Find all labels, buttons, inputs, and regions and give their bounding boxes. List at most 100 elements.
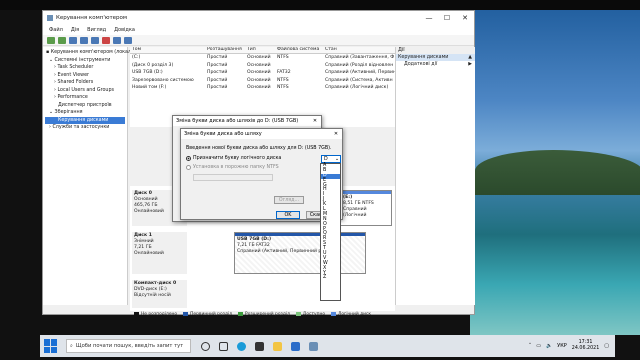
table-row[interactable]: (Диск 0 розділ 3) Простий Основний Справний… bbox=[130, 62, 395, 70]
volume-icon[interactable]: 🔈 bbox=[546, 343, 552, 349]
tree-item[interactable]: ⌄ Зберігання bbox=[45, 109, 125, 117]
delete-icon[interactable] bbox=[102, 36, 110, 44]
tree-item[interactable]: Диспетчер пристроїв bbox=[45, 102, 125, 110]
mount-path-field[interactable] bbox=[193, 174, 273, 181]
more-actions[interactable]: Додаткові дії ▶ bbox=[396, 61, 475, 68]
title-bar: Керування комп'ютером — ☐ ✕ bbox=[43, 11, 474, 25]
radio-checked-icon bbox=[186, 156, 191, 161]
legend-swatch bbox=[183, 312, 189, 316]
actions-header: Дії bbox=[396, 47, 475, 54]
console-tree: ▪ Керування комп'ютером (локальний) ⌄ Си… bbox=[43, 47, 145, 305]
cortana-icon[interactable] bbox=[201, 341, 210, 351]
table-row[interactable]: (C:) Простий Основний NTFS Справний (Заванта… bbox=[130, 54, 395, 62]
notifications-icon[interactable]: ▢ bbox=[604, 343, 609, 349]
partition-usb-d[interactable]: USB 7GB (D:) 7,21 ГБ FAT32 Справний (Акт… bbox=[234, 232, 366, 274]
system-tray: ˄ ▭ 🔈 УКР 17:31 24.06.2021 ▢ bbox=[529, 340, 615, 352]
column-header[interactable]: Стан bbox=[323, 47, 395, 53]
refresh-icon[interactable] bbox=[124, 36, 132, 44]
close-button[interactable]: ✕ bbox=[456, 14, 474, 22]
windows-start-icon[interactable] bbox=[44, 339, 58, 353]
tree-item[interactable]: › Local Users and Groups bbox=[45, 87, 125, 95]
legend-swatch bbox=[238, 312, 244, 316]
computer-management-icon[interactable] bbox=[309, 341, 318, 351]
edge-icon[interactable] bbox=[237, 341, 246, 351]
store-icon[interactable] bbox=[255, 341, 264, 351]
task-view-icon[interactable] bbox=[219, 341, 228, 351]
tree-item[interactable]: ▪ Керування комп'ютером (локальний) bbox=[45, 49, 145, 57]
column-header[interactable]: Файлова система bbox=[275, 47, 323, 53]
clock[interactable]: 17:31 24.06.2021 bbox=[572, 340, 599, 352]
chevron-up-icon[interactable]: ˄ bbox=[529, 343, 532, 349]
radio-mount-folder[interactable]: Установка в порожню папку NTFS bbox=[186, 165, 279, 170]
browse-button[interactable]: Огляд... bbox=[274, 196, 304, 204]
tree-item[interactable]: › Task Scheduler bbox=[45, 64, 125, 72]
legend-item: Логічний диск bbox=[331, 312, 371, 317]
pinned-apps bbox=[201, 341, 318, 351]
partition-e[interactable]: (E:) 8,51 ГБ NTFS Справний (Логічний bbox=[340, 190, 392, 226]
volume-list-header: Том Розташування Тип Файлова система Ста… bbox=[130, 47, 395, 54]
chevron-down-icon: ⌄ bbox=[334, 156, 339, 162]
column-header[interactable]: Том bbox=[130, 47, 205, 53]
disk-1-label[interactable]: Диск 1 Знімний 7,21 ГБ Онлайновий bbox=[132, 232, 187, 274]
close-icon[interactable]: ✕ bbox=[309, 116, 321, 126]
window-title: Керування комп'ютером bbox=[56, 15, 128, 21]
legend-swatch bbox=[331, 312, 337, 316]
back-icon[interactable] bbox=[47, 36, 55, 44]
legend-swatch bbox=[295, 312, 301, 316]
table-row[interactable]: Зарезервовано системою Простий Основний NTF… bbox=[130, 77, 395, 85]
dialog-close-button[interactable]: ✕ bbox=[330, 129, 342, 139]
legend-swatch bbox=[134, 312, 139, 316]
column-header[interactable]: Розташування bbox=[205, 47, 245, 53]
toolbar bbox=[43, 35, 474, 46]
radio-unchecked-icon bbox=[186, 165, 191, 170]
taskbar-search-box[interactable]: ⌕ Щоби почати пошук, введіть запит тут bbox=[66, 339, 191, 353]
maximize-button[interactable]: ☐ bbox=[438, 14, 456, 22]
actions-section-disk-management[interactable]: Керування дисками ▲ bbox=[396, 54, 475, 61]
minimize-button[interactable]: — bbox=[420, 14, 438, 22]
menu-help[interactable]: Довідка bbox=[114, 27, 135, 33]
dropdown-option[interactable]: Z bbox=[321, 276, 340, 281]
menu-action[interactable]: Дія bbox=[71, 27, 79, 33]
legend-item: Не розподілено bbox=[134, 312, 177, 317]
legend-item: Доступно bbox=[295, 312, 325, 317]
tree-item[interactable]: ⌄ Системні інструменти bbox=[45, 57, 125, 65]
table-row[interactable]: USB 7GB (D:) Простий Основний FAT32 Справний… bbox=[130, 69, 395, 77]
drive-letter-dropdown-list: A B D E G H I J K L M N O P Q R S T U V … bbox=[320, 163, 341, 301]
menu-file[interactable]: Файл bbox=[49, 27, 63, 33]
back-dialog-titlebar: Зміна букви диска або шляхів до D: (USB … bbox=[173, 116, 321, 126]
legend-item: Первинний розділ bbox=[183, 312, 232, 317]
table-row[interactable]: Новий том (F:) Простий Основний NTFS Справни… bbox=[130, 84, 395, 92]
tree-item[interactable]: › Shared Folders bbox=[45, 79, 125, 87]
actions-pane: Дії Керування дисками ▲ Додаткові дії ▶ bbox=[395, 47, 475, 305]
ok-button[interactable]: OK bbox=[276, 211, 300, 219]
legend-item: Розширений розділ bbox=[238, 312, 290, 317]
app-icon bbox=[47, 15, 53, 21]
file-explorer-icon[interactable] bbox=[273, 341, 282, 351]
tree-item[interactable]: › Event Viewer bbox=[45, 72, 125, 80]
bezel-top bbox=[0, 0, 640, 10]
change-letter-dialog: Зміна букви диска або шляху ✕ Введення но… bbox=[180, 128, 343, 220]
properties-icon[interactable] bbox=[91, 36, 99, 44]
menu-bar: Файл Дія Вигляд Довідка bbox=[43, 25, 474, 35]
tree-item[interactable]: › Служби та застосунки bbox=[45, 124, 125, 132]
column-header[interactable]: Тип bbox=[245, 47, 275, 53]
help-icon[interactable] bbox=[113, 36, 121, 44]
forward-icon[interactable] bbox=[58, 36, 66, 44]
legend: Не розподілено Первинний розділ Розширен… bbox=[130, 311, 395, 317]
chevron-right-icon: ▶ bbox=[468, 62, 472, 67]
up-icon[interactable] bbox=[69, 36, 77, 44]
cdrom-0-label[interactable]: Компакт-диск 0 DVD-диск (E:) Відсутній н… bbox=[132, 280, 187, 308]
search-placeholder: Щоби почати пошук, введіть запит тут bbox=[75, 343, 184, 349]
network-icon[interactable]: ▭ bbox=[536, 343, 541, 349]
drive-letter-select[interactable]: D ⌄ bbox=[321, 155, 341, 163]
show-tree-icon[interactable] bbox=[80, 36, 88, 44]
tree-item[interactable]: › Performance bbox=[45, 94, 125, 102]
dialog-prompt: Введення нової букви диска або шляху для… bbox=[186, 146, 332, 151]
tree-item-disk-management[interactable]: Керування дисками bbox=[45, 116, 125, 124]
search-icon: ⌕ bbox=[70, 342, 73, 349]
menu-view[interactable]: Вигляд bbox=[87, 27, 106, 33]
radio-assign-letter[interactable]: Призначити букву логічного диска bbox=[186, 156, 281, 161]
wallpaper-island bbox=[475, 150, 640, 195]
mail-icon[interactable] bbox=[291, 341, 300, 351]
language-indicator[interactable]: УКР bbox=[557, 343, 567, 349]
